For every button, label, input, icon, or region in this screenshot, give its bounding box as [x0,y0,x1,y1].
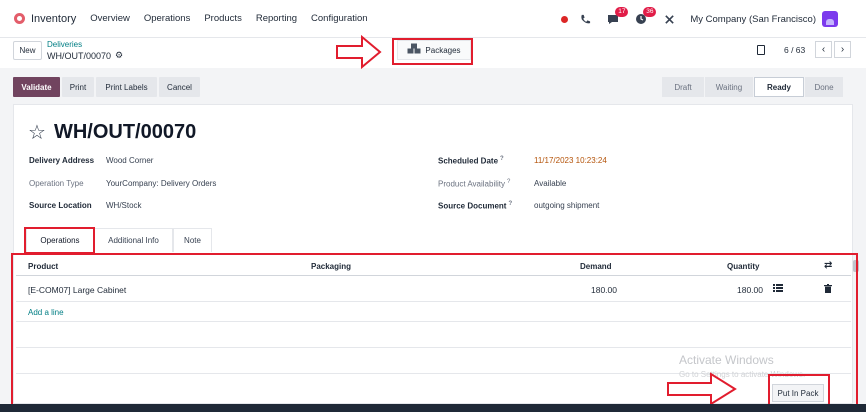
company-switcher[interactable]: My Company (San Francisco) [690,14,816,25]
stage-pipeline: Draft Waiting Ready Done [662,77,844,97]
source-document-label: Source Document? [438,201,513,211]
tab-note[interactable]: Note [173,228,212,252]
stage-ready[interactable]: Ready [754,77,804,97]
user-avatar[interactable] [822,11,838,27]
debug-tools-icon[interactable] [662,12,676,26]
messages-badge: 17 [615,7,629,17]
arrow-to-put-in-pack-icon [667,372,737,406]
delivery-address-value[interactable]: Wood Corner [106,156,153,165]
menu-operations[interactable]: Operations [144,13,190,24]
help-tooltip-icon[interactable]: ? [507,179,510,185]
messages-icon[interactable]: 17 [606,7,629,26]
breadcrumb-deliveries[interactable]: Deliveries [47,40,82,49]
menu-overview[interactable]: Overview [90,13,130,24]
pager-previous-button[interactable]: ‹ [815,41,832,58]
arrow-to-packages-icon [336,35,382,69]
inventory-app-icon[interactable] [14,13,25,24]
print-labels-button[interactable]: Print Labels [96,77,157,97]
os-taskbar [0,404,866,412]
stage-done[interactable]: Done [805,77,843,97]
source-location-label: Source Location [29,201,92,210]
breadcrumb-current: WH/OUT/00070 ⚙ [47,50,123,61]
document-stack-icon [757,45,765,55]
stage-draft[interactable]: Draft [662,77,704,97]
activities-clock-icon[interactable]: 36 [634,7,657,26]
recording-indicator-icon[interactable] [561,15,569,23]
product-availability-label: Product Availability? [438,179,511,189]
menu-reporting[interactable]: Reporting [256,13,297,24]
product-availability-value: Available [534,179,567,188]
app-name[interactable]: Inventory [31,13,76,25]
scheduled-date-value[interactable]: 11/17/2023 10:23:24 [534,156,607,165]
menu-products[interactable]: Products [204,13,242,24]
activities-badge: 36 [643,7,657,17]
help-tooltip-icon[interactable]: ? [508,201,512,207]
phone-icon[interactable] [578,12,592,26]
scheduled-date-label: Scheduled Date? [438,156,504,166]
operation-type-label: Operation Type [29,179,84,188]
menu-configuration[interactable]: Configuration [311,13,368,24]
title-row: ☆ WH/OUT/00070 [28,121,196,144]
pager-value[interactable]: 6 / 63 [784,45,805,55]
tab-additional-info[interactable]: Additional Info [94,228,173,252]
operations-tab-highlight-box [24,227,95,254]
cancel-button[interactable]: Cancel [159,77,200,97]
star-icon[interactable]: ☆ [28,123,46,143]
packages-highlight-box [392,38,473,65]
status-bar: Validate Print Print Labels Cancel Draft… [0,68,866,108]
top-navbar: Inventory Overview Operations Products R… [0,0,866,38]
stage-waiting[interactable]: Waiting [705,77,753,97]
source-location-value[interactable]: WH/Stock [106,201,142,210]
gear-icon[interactable]: ⚙ [115,50,123,61]
put-in-pack-highlight-box [768,374,830,406]
help-tooltip-icon[interactable]: ? [500,156,504,162]
record-title: WH/OUT/00070 [53,121,197,143]
print-button[interactable]: Print [62,77,94,97]
pager-next-button[interactable]: › [834,41,851,58]
operation-type-value[interactable]: YourCompany: Delivery Orders [106,179,216,188]
delivery-address-label: Delivery Address [29,156,95,165]
source-document-value[interactable]: outgoing shipment [534,201,599,210]
breadcrumb-current-label: WH/OUT/00070 [47,50,112,61]
validate-button[interactable]: Validate [13,77,60,97]
new-button[interactable]: New [13,41,42,60]
